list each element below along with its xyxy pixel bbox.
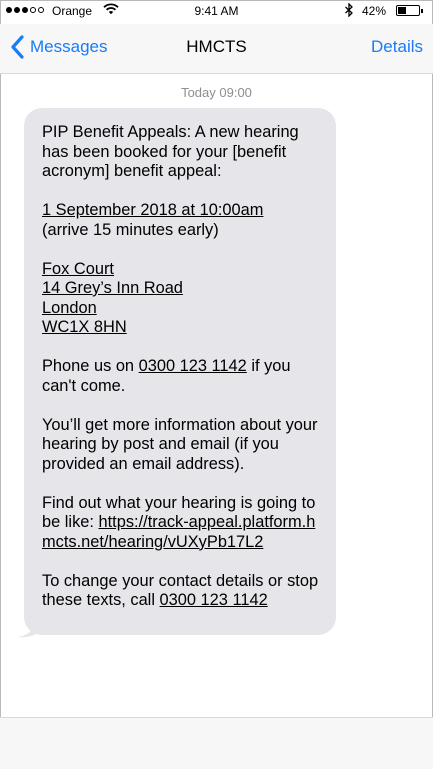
address-line[interactable]: 14 Grey’s Inn Road xyxy=(42,279,183,297)
phone-paragraph: Phone us on 0300 123 1142 if you can't c… xyxy=(42,357,324,396)
message-timestamp: Today 09:00 xyxy=(181,85,252,100)
phone-link[interactable]: 0300 123 1142 xyxy=(139,357,247,375)
address-line[interactable]: WC1X 8HN xyxy=(42,318,127,336)
change-phone-link[interactable]: 0300 123 1142 xyxy=(160,591,268,609)
status-bar: Orange 9:41 AM 42% xyxy=(0,0,433,24)
hearing-date-link[interactable]: 1 September 2018 at 10:00am xyxy=(42,201,263,219)
address-block[interactable]: Fox Court 14 Grey’s Inn Road London WC1X… xyxy=(42,260,324,338)
hearing-date-block: 1 September 2018 at 10:00am (arrive 15 m… xyxy=(42,201,324,240)
address-line[interactable]: Fox Court xyxy=(42,260,114,278)
arrive-note: (arrive 15 minutes early) xyxy=(42,220,219,239)
change-details-paragraph: To change your contact details or stop t… xyxy=(42,572,324,611)
find-out-paragraph: Find out what your hearing is going to b… xyxy=(42,494,324,553)
phone-prefix: Phone us on xyxy=(42,357,139,375)
bottom-input-bar xyxy=(0,717,433,769)
conversation-title: HMCTS xyxy=(186,37,247,56)
battery-icon xyxy=(396,5,423,16)
message-bubble: PIP Benefit Appeals: A new hearing has b… xyxy=(24,108,336,635)
more-info-paragraph: You’ll get more information about your h… xyxy=(42,415,318,473)
details-button[interactable]: Details xyxy=(371,37,423,57)
message-intro: PIP Benefit Appeals: A new hearing has b… xyxy=(42,123,299,180)
address-line[interactable]: London xyxy=(42,299,97,317)
bluetooth-icon xyxy=(344,2,354,20)
navigation-bar: Messages HMCTS Details xyxy=(0,24,433,74)
battery-percent: 42% xyxy=(362,4,387,18)
